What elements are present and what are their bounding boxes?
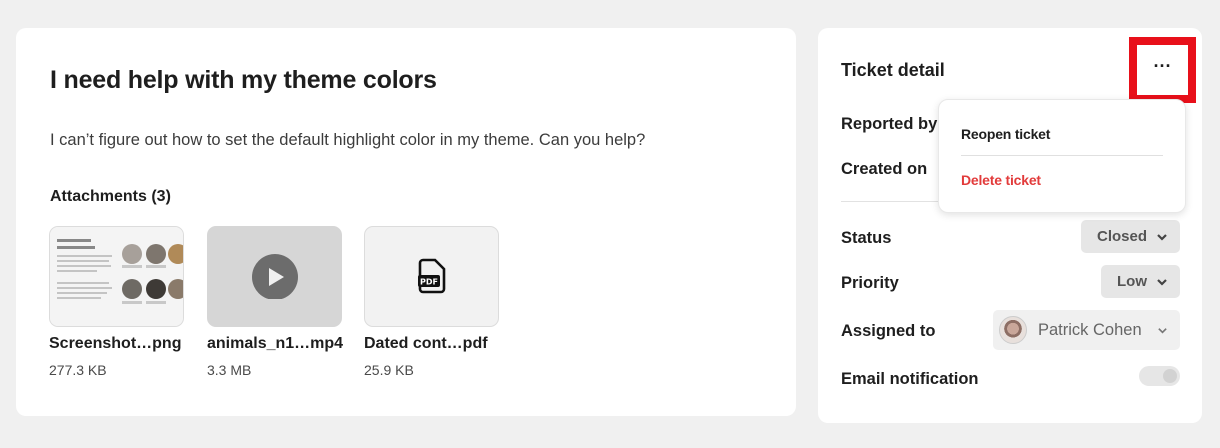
- assignee-dropdown[interactable]: Patrick Cohen: [993, 310, 1180, 350]
- assigned-to-label: Assigned to: [841, 322, 936, 340]
- reported-by-label: Reported by: [841, 115, 938, 133]
- priority-label: Priority: [841, 274, 899, 292]
- chevron-down-icon: [1157, 278, 1167, 286]
- chevron-down-icon: [1157, 327, 1167, 334]
- ticket-actions-menu: Reopen ticket Delete ticket: [938, 99, 1186, 213]
- email-notification-label: Email notification: [841, 370, 979, 388]
- status-dropdown[interactable]: Closed: [1080, 220, 1180, 253]
- attachment-item[interactable]: animals_n1…mp4 3.3 MB: [207, 226, 343, 378]
- more-options-button[interactable]: ···: [1129, 37, 1196, 103]
- attachment-name: Screenshot…png: [49, 335, 182, 352]
- ticket-description: I can’t figure out how to set the defaul…: [50, 131, 646, 149]
- screenshot-preview-icon: [50, 227, 183, 326]
- chevron-down-icon: [1157, 233, 1167, 241]
- ticket-card: I need help with my theme colors I can’t…: [16, 28, 796, 416]
- ticket-title: I need help with my theme colors: [50, 66, 437, 94]
- attachments-heading: Attachments (3): [50, 188, 171, 205]
- avatar: [999, 316, 1027, 344]
- priority-dropdown[interactable]: Low: [1101, 265, 1180, 298]
- image-thumbnail[interactable]: [49, 226, 184, 327]
- ticket-detail-title: Ticket detail: [841, 60, 945, 80]
- created-on-label: Created on: [841, 160, 928, 178]
- reopen-ticket-item[interactable]: Reopen ticket: [961, 126, 1050, 142]
- pdf-file-icon: PDF: [418, 258, 446, 294]
- attachment-name: animals_n1…mp4: [207, 335, 344, 352]
- delete-ticket-item[interactable]: Delete ticket: [961, 172, 1041, 188]
- attachment-size: 3.3 MB: [207, 362, 252, 378]
- play-icon: [248, 254, 303, 326]
- priority-value: Low: [1117, 273, 1147, 290]
- assignee-name: Patrick Cohen: [1038, 320, 1142, 339]
- pdf-thumbnail[interactable]: PDF: [364, 226, 499, 327]
- attachment-item[interactable]: Screenshot…png 277.3 KB: [49, 226, 185, 378]
- attachment-size: 25.9 KB: [364, 362, 414, 378]
- menu-divider: [961, 155, 1163, 156]
- video-thumbnail[interactable]: [207, 226, 342, 327]
- more-horizontal-icon: ···: [1153, 56, 1172, 76]
- attachment-name: Dated cont…pdf: [364, 335, 488, 352]
- status-label: Status: [841, 229, 892, 247]
- status-value: Closed: [1096, 228, 1147, 245]
- attachment-item[interactable]: PDF Dated cont…pdf 25.9 KB: [364, 226, 500, 378]
- email-notification-toggle[interactable]: [1139, 366, 1180, 386]
- svg-text:PDF: PDF: [420, 278, 438, 287]
- attachment-size: 277.3 KB: [49, 362, 107, 378]
